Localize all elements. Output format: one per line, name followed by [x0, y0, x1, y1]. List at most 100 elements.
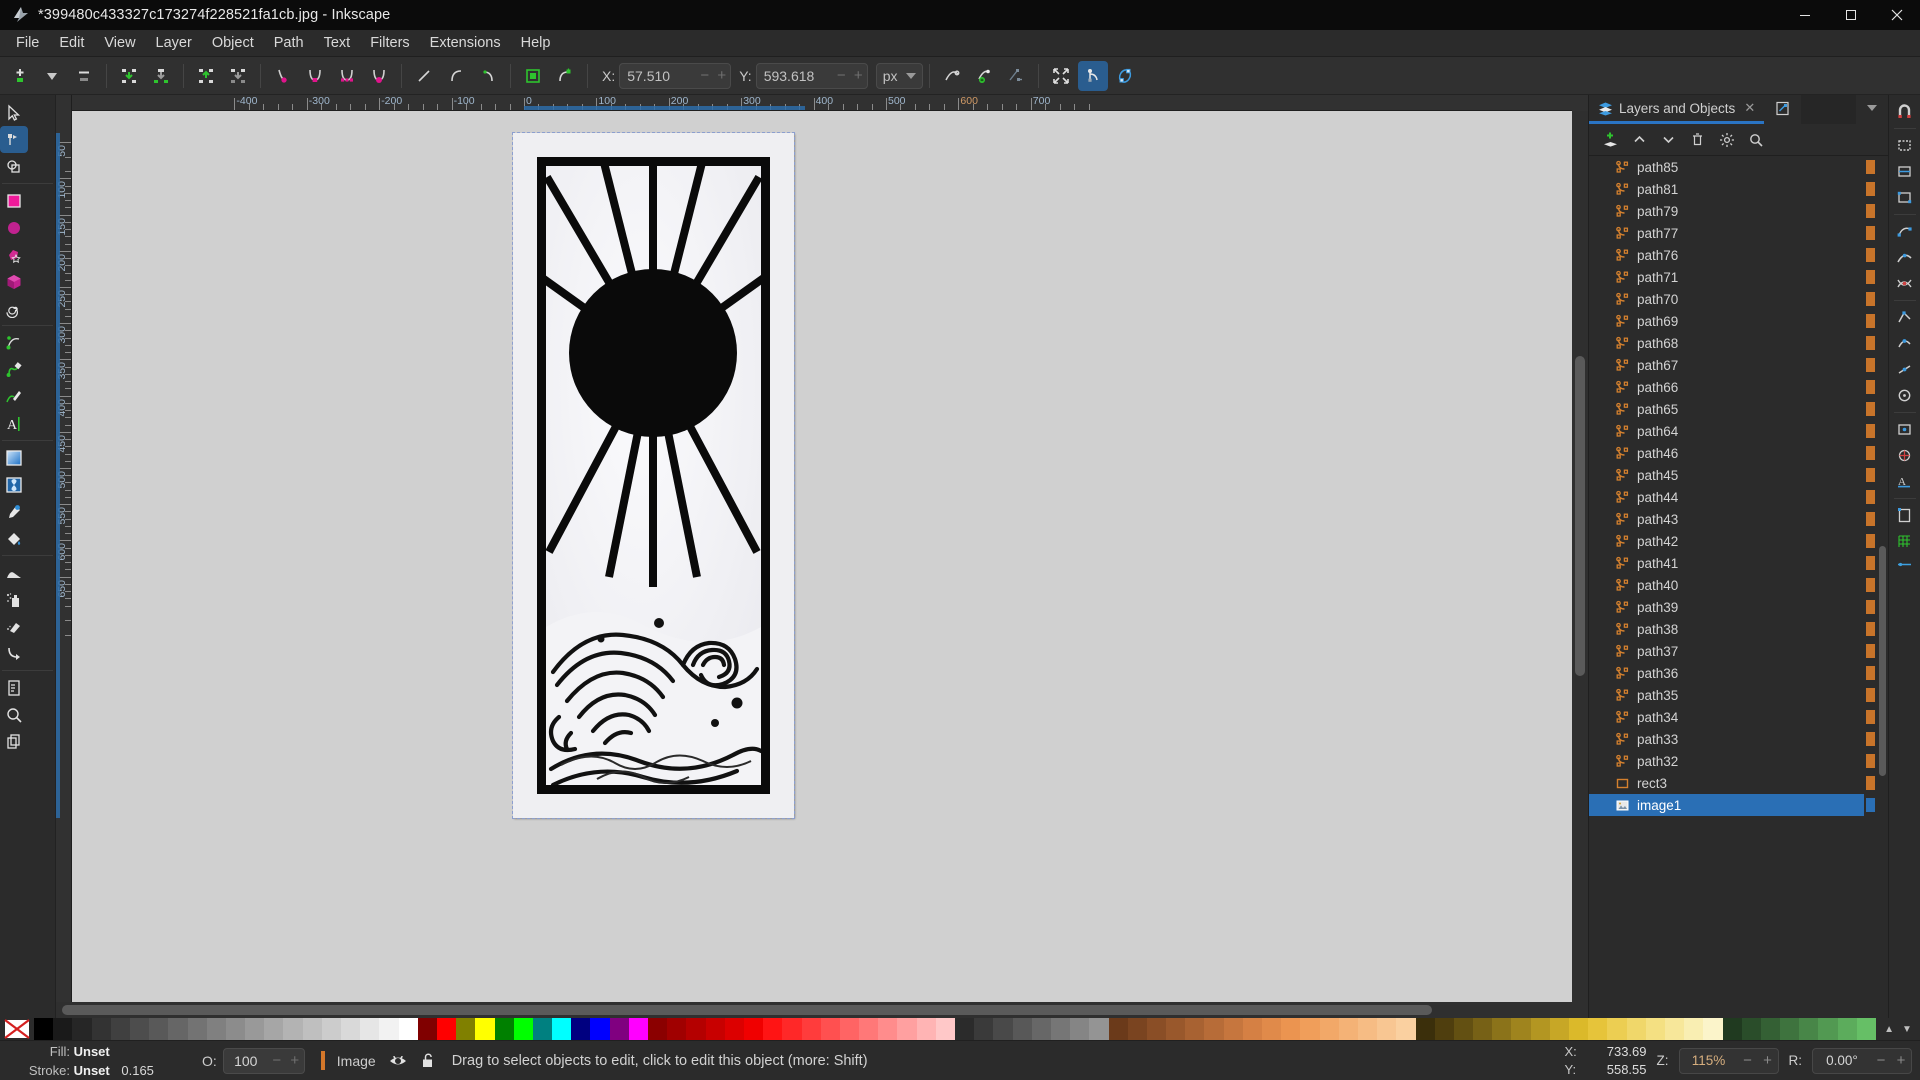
- palette-swatch[interactable]: [206, 1018, 226, 1040]
- palette-swatch[interactable]: [743, 1018, 764, 1040]
- layer-row[interactable]: path33: [1589, 728, 1864, 750]
- palette-swatch[interactable]: [763, 1018, 783, 1040]
- node-curve-icon[interactable]: [441, 61, 471, 91]
- snap-rotation-centers[interactable]: [1892, 443, 1918, 468]
- palette-swatch[interactable]: [590, 1018, 610, 1040]
- connector-tool[interactable]: [0, 640, 28, 667]
- object-to-path-icon[interactable]: [518, 61, 548, 91]
- layer-color-chip[interactable]: [1866, 754, 1875, 768]
- fill-value[interactable]: Unset: [74, 1044, 110, 1059]
- layer-color-chip[interactable]: [1866, 270, 1875, 284]
- palette-swatch[interactable]: [782, 1018, 802, 1040]
- layer-color-chip[interactable]: [1866, 666, 1875, 680]
- palette-swatch[interactable]: [667, 1018, 687, 1040]
- palette-swatch[interactable]: [1453, 1018, 1474, 1040]
- layer-indicator[interactable]: Image: [320, 1051, 436, 1070]
- layer-row[interactable]: rect3: [1589, 772, 1864, 794]
- insert-node-dropdown-icon[interactable]: [37, 61, 67, 91]
- palette-swatch[interactable]: [1569, 1018, 1589, 1040]
- palette-swatch[interactable]: [1223, 1018, 1243, 1040]
- calligraphy-tool[interactable]: [0, 383, 28, 410]
- layer-color-chip[interactable]: [1866, 182, 1875, 196]
- palette-swatch[interactable]: [1780, 1018, 1800, 1040]
- delete-layer-button[interactable]: [1684, 127, 1711, 152]
- unit-select[interactable]: px: [875, 62, 923, 89]
- stroke-to-path-icon[interactable]: [550, 61, 580, 91]
- pages-tool[interactable]: [0, 674, 28, 701]
- layer-row[interactable]: path37: [1589, 640, 1864, 662]
- node-line-icon[interactable]: [409, 61, 439, 91]
- palette-swatch[interactable]: [1377, 1018, 1397, 1040]
- palette-swatch[interactable]: [609, 1018, 629, 1040]
- layers-scrollbar-thumb[interactable]: [1879, 546, 1886, 776]
- palette-swatch[interactable]: [1664, 1018, 1685, 1040]
- palette-swatch[interactable]: [1262, 1018, 1282, 1040]
- y-value[interactable]: 593.618: [757, 68, 833, 84]
- rotation-minus-button[interactable]: −: [1871, 1052, 1891, 1069]
- snap-bounding-box[interactable]: [1892, 133, 1918, 158]
- layer-row[interactable]: path35: [1589, 684, 1864, 706]
- snap-path-intersections[interactable]: [1892, 271, 1918, 296]
- palette-swatch[interactable]: [360, 1018, 380, 1040]
- menu-extensions[interactable]: Extensions: [420, 32, 511, 54]
- palette-swatch[interactable]: [379, 1018, 399, 1040]
- palette-swatch[interactable]: [110, 1018, 130, 1040]
- palette-swatch[interactable]: [1050, 1018, 1071, 1040]
- search-layers-button[interactable]: [1742, 127, 1769, 152]
- spray-tool[interactable]: [0, 586, 28, 613]
- bezier-tool[interactable]: [0, 356, 28, 383]
- menu-filters[interactable]: Filters: [360, 32, 419, 54]
- delete-node-icon[interactable]: [69, 61, 99, 91]
- palette-swatch[interactable]: [321, 1018, 341, 1040]
- eraser-tool[interactable]: [0, 613, 28, 640]
- palette-swatch[interactable]: [820, 1018, 840, 1040]
- layer-label-color-column[interactable]: [1864, 156, 1878, 1018]
- snap-smooth-nodes[interactable]: [1892, 331, 1918, 356]
- palette-swatch[interactable]: [1012, 1018, 1032, 1040]
- palette-swatch[interactable]: [1588, 1018, 1608, 1040]
- zoom-minus-button[interactable]: −: [1738, 1052, 1758, 1069]
- close-button[interactable]: [1874, 0, 1920, 30]
- boolean-tool[interactable]: [0, 153, 28, 180]
- layer-color-chip[interactable]: [1866, 160, 1875, 174]
- snap-object-centers[interactable]: [1892, 417, 1918, 442]
- palette-swatch[interactable]: [398, 1018, 418, 1040]
- show-node-handles-icon[interactable]: [1077, 60, 1108, 91]
- palette-swatch[interactable]: [72, 1018, 92, 1040]
- palette-swatch[interactable]: [1434, 1018, 1454, 1040]
- menu-help[interactable]: Help: [511, 32, 561, 54]
- layer-row[interactable]: path67: [1589, 354, 1864, 376]
- break-path-icon[interactable]: [114, 61, 144, 91]
- layer-color-chip[interactable]: [1866, 600, 1875, 614]
- palette-swatch[interactable]: [341, 1018, 361, 1040]
- insert-node-icon[interactable]: [5, 61, 35, 91]
- layer-row[interactable]: path42: [1589, 530, 1864, 552]
- palette-swatch[interactable]: [264, 1018, 284, 1040]
- layer-color-chip[interactable]: [1866, 622, 1875, 636]
- layer-row[interactable]: path40: [1589, 574, 1864, 596]
- panel-menu-button[interactable]: [1856, 95, 1888, 124]
- snap-paths[interactable]: [1892, 245, 1918, 270]
- layer-row[interactable]: path69: [1589, 310, 1864, 332]
- x-plus-button[interactable]: +: [713, 67, 730, 84]
- palette-swatch[interactable]: [916, 1018, 936, 1040]
- layer-row[interactable]: path44: [1589, 486, 1864, 508]
- palette-down-icon[interactable]: ▼: [1902, 1024, 1912, 1035]
- mesh-tool[interactable]: [0, 471, 28, 498]
- edit-clip-path-icon[interactable]: [937, 61, 967, 91]
- palette-up-icon[interactable]: ▲: [1884, 1024, 1894, 1035]
- horizontal-scrollbar[interactable]: [56, 1002, 1572, 1018]
- layer-color-chip[interactable]: [1866, 380, 1875, 394]
- palette-swatch[interactable]: [168, 1018, 188, 1040]
- opacity-value[interactable]: 100: [224, 1053, 268, 1069]
- layer-color-chip[interactable]: [1866, 314, 1875, 328]
- y-coordinate-field[interactable]: 593.618 − +: [755, 62, 868, 89]
- layer-row[interactable]: path39: [1589, 596, 1864, 618]
- gradient-tool[interactable]: [0, 444, 28, 471]
- palette-swatch[interactable]: [1530, 1018, 1550, 1040]
- snap-grids[interactable]: [1892, 529, 1918, 554]
- move-down-button[interactable]: [1655, 127, 1682, 152]
- snap-master-toggle[interactable]: [1892, 99, 1918, 124]
- layers-list[interactable]: path85 path81 path79 path77 path76 path71 path…: [1589, 156, 1864, 1018]
- layer-settings-button[interactable]: [1713, 127, 1740, 152]
